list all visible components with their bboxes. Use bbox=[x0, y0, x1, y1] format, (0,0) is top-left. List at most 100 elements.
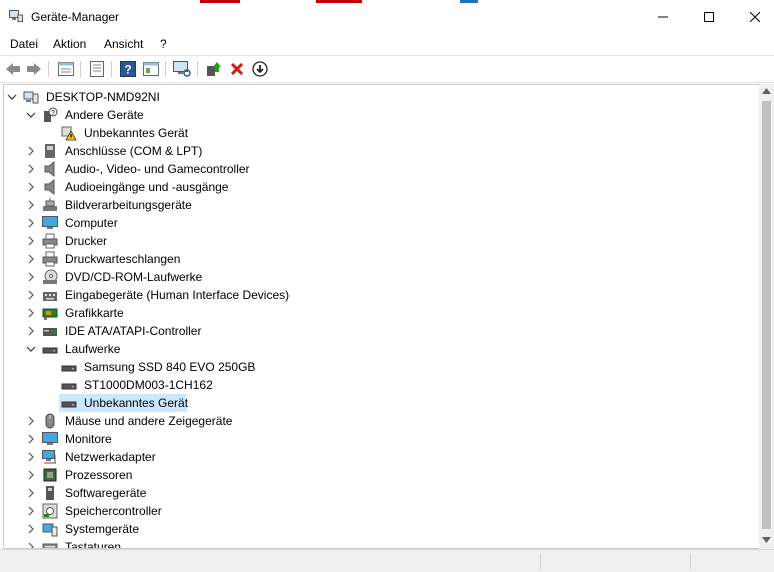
scroll-up-icon[interactable] bbox=[762, 88, 771, 94]
tree-item-label: Monitore bbox=[65, 432, 112, 446]
network-icon bbox=[42, 450, 56, 464]
chevron-right-icon[interactable] bbox=[26, 505, 36, 517]
toolbar-separator bbox=[48, 61, 49, 77]
chevron-right-icon[interactable] bbox=[26, 145, 36, 157]
tree-category-softwaregeraete[interactable]: Softwaregeräte bbox=[4, 484, 760, 502]
chevron-right-icon[interactable] bbox=[26, 289, 36, 301]
tree-category-netzwerkadapter[interactable]: Netzwerkadapter bbox=[4, 448, 760, 466]
scroll-down-icon[interactable] bbox=[762, 537, 771, 543]
menu-ansicht[interactable]: Ansicht bbox=[104, 37, 143, 51]
menu-help[interactable]: ? bbox=[160, 37, 167, 51]
tree-category-systemgeraete[interactable]: Systemgeräte bbox=[4, 520, 760, 538]
menu-datei[interactable]: Datei bbox=[10, 37, 38, 51]
device-tree[interactable]: DESKTOP-NMD92NI ? Andere Geräte Unbekann… bbox=[3, 84, 760, 549]
toolbar-separator bbox=[165, 61, 166, 77]
chevron-right-icon[interactable] bbox=[26, 487, 36, 499]
tree-category-ide[interactable]: IDE ATA/ATAPI-Controller bbox=[4, 322, 760, 340]
forward-button[interactable] bbox=[25, 60, 43, 78]
tree-category-tastaturen[interactable]: Tastaturen bbox=[4, 538, 760, 549]
tree-item-label: Laufwerke bbox=[65, 342, 121, 356]
tree-item-label: Druckwarteschlangen bbox=[65, 252, 181, 266]
title-bar[interactable]: Geräte-Manager bbox=[0, 0, 774, 34]
tree-item-label: Anschlüsse (COM & LPT) bbox=[65, 144, 203, 158]
taskbar-accent bbox=[200, 0, 240, 3]
tree-category-audioeingaenge[interactable]: Audioeingänge und -ausgänge bbox=[4, 178, 760, 196]
scrollbar-thumb[interactable] bbox=[762, 101, 771, 529]
forward-icon bbox=[27, 63, 41, 75]
tree-category-drucker[interactable]: Drucker bbox=[4, 232, 760, 250]
chevron-down-icon[interactable] bbox=[26, 343, 36, 355]
taskbar-accent bbox=[460, 0, 478, 3]
disable-button[interactable] bbox=[251, 60, 269, 78]
tree-item-label: DVD/CD-ROM-Laufwerke bbox=[65, 270, 203, 284]
speaker-icon bbox=[44, 179, 55, 195]
status-divider bbox=[690, 553, 691, 569]
tree-category-audio-video[interactable]: Audio-, Video- und Gamecontroller bbox=[4, 160, 760, 178]
tree-category-laufwerke[interactable]: Laufwerke bbox=[4, 340, 760, 358]
tree-category-bildverarbeitung[interactable]: Bildverarbeitungsgeräte bbox=[4, 196, 760, 214]
chevron-right-icon[interactable] bbox=[26, 217, 36, 229]
toolbar-separator bbox=[111, 61, 112, 77]
chevron-right-icon[interactable] bbox=[26, 181, 36, 193]
camera-icon bbox=[43, 198, 57, 211]
tree-item-samsung-ssd[interactable]: Samsung SSD 840 EVO 250GB bbox=[4, 358, 760, 376]
chevron-right-icon[interactable] bbox=[26, 307, 36, 319]
tree-category-grafikkarte[interactable]: Grafikkarte bbox=[4, 304, 760, 322]
tree-category-eingabegeraete[interactable]: Eingabegeräte (Human Interface Devices) bbox=[4, 286, 760, 304]
drive-icon bbox=[61, 401, 77, 408]
chevron-right-icon[interactable] bbox=[26, 163, 36, 175]
update-driver-button[interactable] bbox=[205, 60, 223, 78]
tree-category-maeuse[interactable]: Mäuse und andere Zeigegeräte bbox=[4, 412, 760, 430]
tree-item-unbekanntes-geraet-1[interactable]: Unbekanntes Gerät bbox=[4, 124, 760, 142]
tree-item-label: Netzwerkadapter bbox=[65, 450, 156, 464]
chevron-right-icon[interactable] bbox=[26, 415, 36, 427]
tree-item-label: Eingabegeräte (Human Interface Devices) bbox=[65, 288, 290, 302]
maximize-button[interactable] bbox=[686, 0, 732, 34]
close-button[interactable] bbox=[732, 0, 774, 34]
back-button[interactable] bbox=[4, 60, 22, 78]
properties-button[interactable] bbox=[57, 60, 75, 78]
tree-category-andere-geraete[interactable]: ? Andere Geräte bbox=[4, 106, 760, 124]
chevron-right-icon[interactable] bbox=[26, 541, 36, 549]
tree-category-prozessoren[interactable]: Prozessoren bbox=[4, 466, 760, 484]
tree-category-druckwarteschlangen[interactable]: Druckwarteschlangen bbox=[4, 250, 760, 268]
chevron-right-icon[interactable] bbox=[26, 235, 36, 247]
maximize-icon bbox=[704, 12, 714, 22]
tree-root[interactable]: DESKTOP-NMD92NI bbox=[4, 88, 760, 106]
chevron-down-icon[interactable] bbox=[7, 91, 17, 103]
chevron-right-icon[interactable] bbox=[26, 271, 36, 283]
tree-item-unbekanntes-geraet-2[interactable]: Unbekanntes Gerät bbox=[4, 394, 760, 412]
scan-hardware-button[interactable] bbox=[173, 60, 191, 78]
tree-category-speichercontroller[interactable]: Speichercontroller bbox=[4, 502, 760, 520]
menu-aktion[interactable]: Aktion bbox=[53, 37, 86, 51]
tree-category-monitore[interactable]: Monitore bbox=[4, 430, 760, 448]
view-button[interactable] bbox=[88, 60, 106, 78]
tree-item-label: ST1000DM003-1CH162 bbox=[84, 378, 213, 392]
tree-category-computer[interactable]: Computer bbox=[4, 214, 760, 232]
chevron-right-icon[interactable] bbox=[26, 253, 36, 265]
disc-drive-icon bbox=[43, 269, 58, 284]
uninstall-button[interactable] bbox=[228, 60, 246, 78]
help-button[interactable]: ? bbox=[119, 60, 137, 78]
tree-item-st1000dm003[interactable]: ST1000DM003-1CH162 bbox=[4, 376, 760, 394]
drive-icon bbox=[42, 347, 58, 354]
tree-category-anschluesse[interactable]: Anschlüsse (COM & LPT) bbox=[4, 142, 760, 160]
toolbar-separator bbox=[197, 61, 198, 77]
tree-item-label: Grafikkarte bbox=[65, 306, 124, 320]
tree-item-label: IDE ATA/ATAPI-Controller bbox=[65, 324, 202, 338]
details-button[interactable] bbox=[142, 60, 160, 78]
chevron-right-icon[interactable] bbox=[26, 469, 36, 481]
minimize-button[interactable] bbox=[640, 0, 686, 34]
tree-category-dvd[interactable]: DVD/CD-ROM-Laufwerke bbox=[4, 268, 760, 286]
scan-hardware-icon bbox=[173, 61, 191, 77]
chevron-right-icon[interactable] bbox=[26, 199, 36, 211]
chevron-right-icon[interactable] bbox=[26, 451, 36, 463]
chevron-right-icon[interactable] bbox=[26, 523, 36, 535]
chevron-down-icon[interactable] bbox=[26, 109, 36, 121]
tree-item-label: Systemgeräte bbox=[65, 522, 140, 536]
chevron-right-icon[interactable] bbox=[26, 433, 36, 445]
minimize-icon bbox=[658, 16, 668, 18]
chevron-right-icon[interactable] bbox=[26, 325, 36, 337]
software-device-icon bbox=[46, 486, 54, 500]
vertical-scrollbar[interactable] bbox=[759, 84, 774, 549]
